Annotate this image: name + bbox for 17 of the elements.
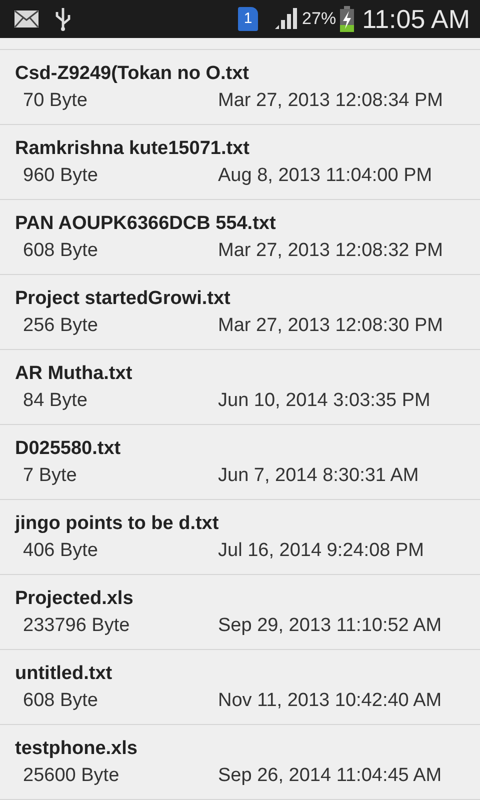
file-item[interactable]: Projected.xls 233796 Byte Sep 29, 2013 11:10:52 AM: [0, 575, 480, 650]
clock: 11:05 AM: [362, 6, 470, 32]
signal-icon: [274, 8, 298, 30]
battery-percent: 27%: [302, 8, 336, 30]
file-item[interactable]: Project startedGrowi.txt 256 Byte Mar 27, 2013 12:08:30 PM: [0, 275, 480, 350]
file-item[interactable]: AR Mutha.txt 84 Byte Jun 10, 2014 3:03:35 PM: [0, 350, 480, 425]
mail-icon: [14, 10, 39, 28]
file-item[interactable]: Csd-Z9249(Tokan no O.txt 70 Byte Mar 27, 2013 12:08:34 PM: [0, 50, 480, 125]
usb-icon: [55, 7, 71, 31]
file-item[interactable]: testphone.xls 25600 Byte Sep 26, 2014 11:04:45 AM: [0, 725, 480, 800]
file-item[interactable]: jingo points to be d.txt 406 Byte Jul 16, 2014 9:24:08 PM: [0, 500, 480, 575]
sim-badge: 1: [238, 7, 258, 31]
file-item[interactable]: PAN AOUPK6366DCB 554.txt 608 Byte Mar 27, 2013 12:08:32 PM: [0, 200, 480, 275]
file-item[interactable]: untitled.txt 608 Byte Nov 11, 2013 10:42:40 AM: [0, 650, 480, 725]
file-item[interactable]: D025580.txt 7 Byte Jun 7, 2014 8:30:31 AM: [0, 425, 480, 500]
file-item[interactable]: Ramkrishna kute15071.txt 960 Byte Aug 8, 2013 11:04:00 PM: [0, 125, 480, 200]
battery-icon: [340, 6, 354, 32]
